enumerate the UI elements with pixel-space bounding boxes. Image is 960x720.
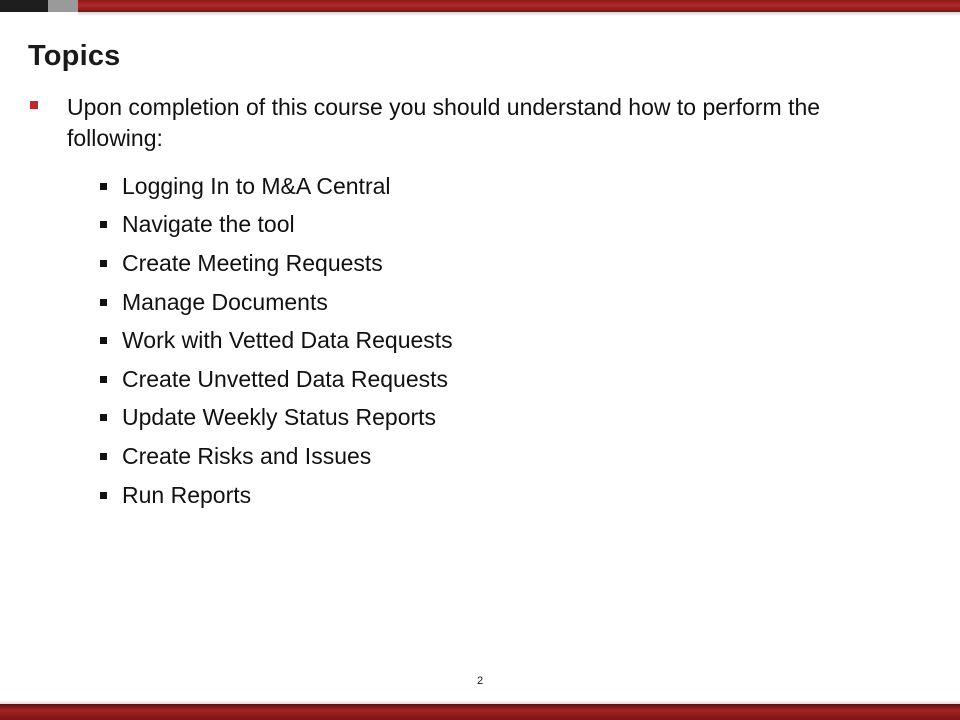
top-header-band <box>0 0 960 12</box>
square-bullet-icon <box>100 221 107 229</box>
topic-label: Navigate the tool <box>122 211 295 238</box>
topic-label: Update Weekly Status Reports <box>122 404 437 431</box>
list-item: Create Risks and Issues <box>100 437 453 476</box>
red-square-bullet-icon <box>30 101 38 109</box>
list-item: Create Unvetted Data Requests <box>100 360 453 399</box>
square-bullet-icon <box>100 414 107 422</box>
topic-label: Logging In to M&A Central <box>122 172 391 199</box>
topics-list: Logging In to M&A Central Navigate the t… <box>100 167 453 514</box>
square-bullet-icon <box>100 182 107 190</box>
topic-label: Manage Documents <box>122 288 328 315</box>
list-item: Create Meeting Requests <box>100 244 453 283</box>
list-item: Manage Documents <box>100 283 453 322</box>
intro-bullet: Upon completion of this course you shoul… <box>30 92 830 154</box>
square-bullet-icon <box>100 298 107 306</box>
square-bullet-icon <box>100 337 107 345</box>
topic-label: Work with Vetted Data Requests <box>122 327 453 354</box>
header-red-bar <box>78 0 960 12</box>
list-item: Work with Vetted Data Requests <box>100 321 453 360</box>
square-bullet-icon <box>100 259 107 267</box>
header-shadow <box>78 12 960 16</box>
list-item: Navigate the tool <box>100 206 453 245</box>
topic-label: Create Risks and Issues <box>122 442 372 469</box>
list-item: Update Weekly Status Reports <box>100 399 453 438</box>
square-bullet-icon <box>100 491 107 499</box>
topic-label: Run Reports <box>122 481 252 508</box>
square-bullet-icon <box>100 375 107 383</box>
header-gray-block <box>48 0 78 12</box>
list-item: Run Reports <box>100 476 453 515</box>
square-bullet-icon <box>100 452 107 460</box>
header-dark-block <box>0 0 48 12</box>
list-item: Logging In to M&A Central <box>100 167 453 206</box>
topic-label: Create Unvetted Data Requests <box>122 365 449 392</box>
intro-text: Upon completion of this course you shoul… <box>67 94 821 151</box>
bottom-footer-band <box>0 704 960 720</box>
page-number: 2 <box>476 675 484 687</box>
topic-label: Create Meeting Requests <box>122 249 383 276</box>
slide-title: Topics <box>28 40 121 72</box>
